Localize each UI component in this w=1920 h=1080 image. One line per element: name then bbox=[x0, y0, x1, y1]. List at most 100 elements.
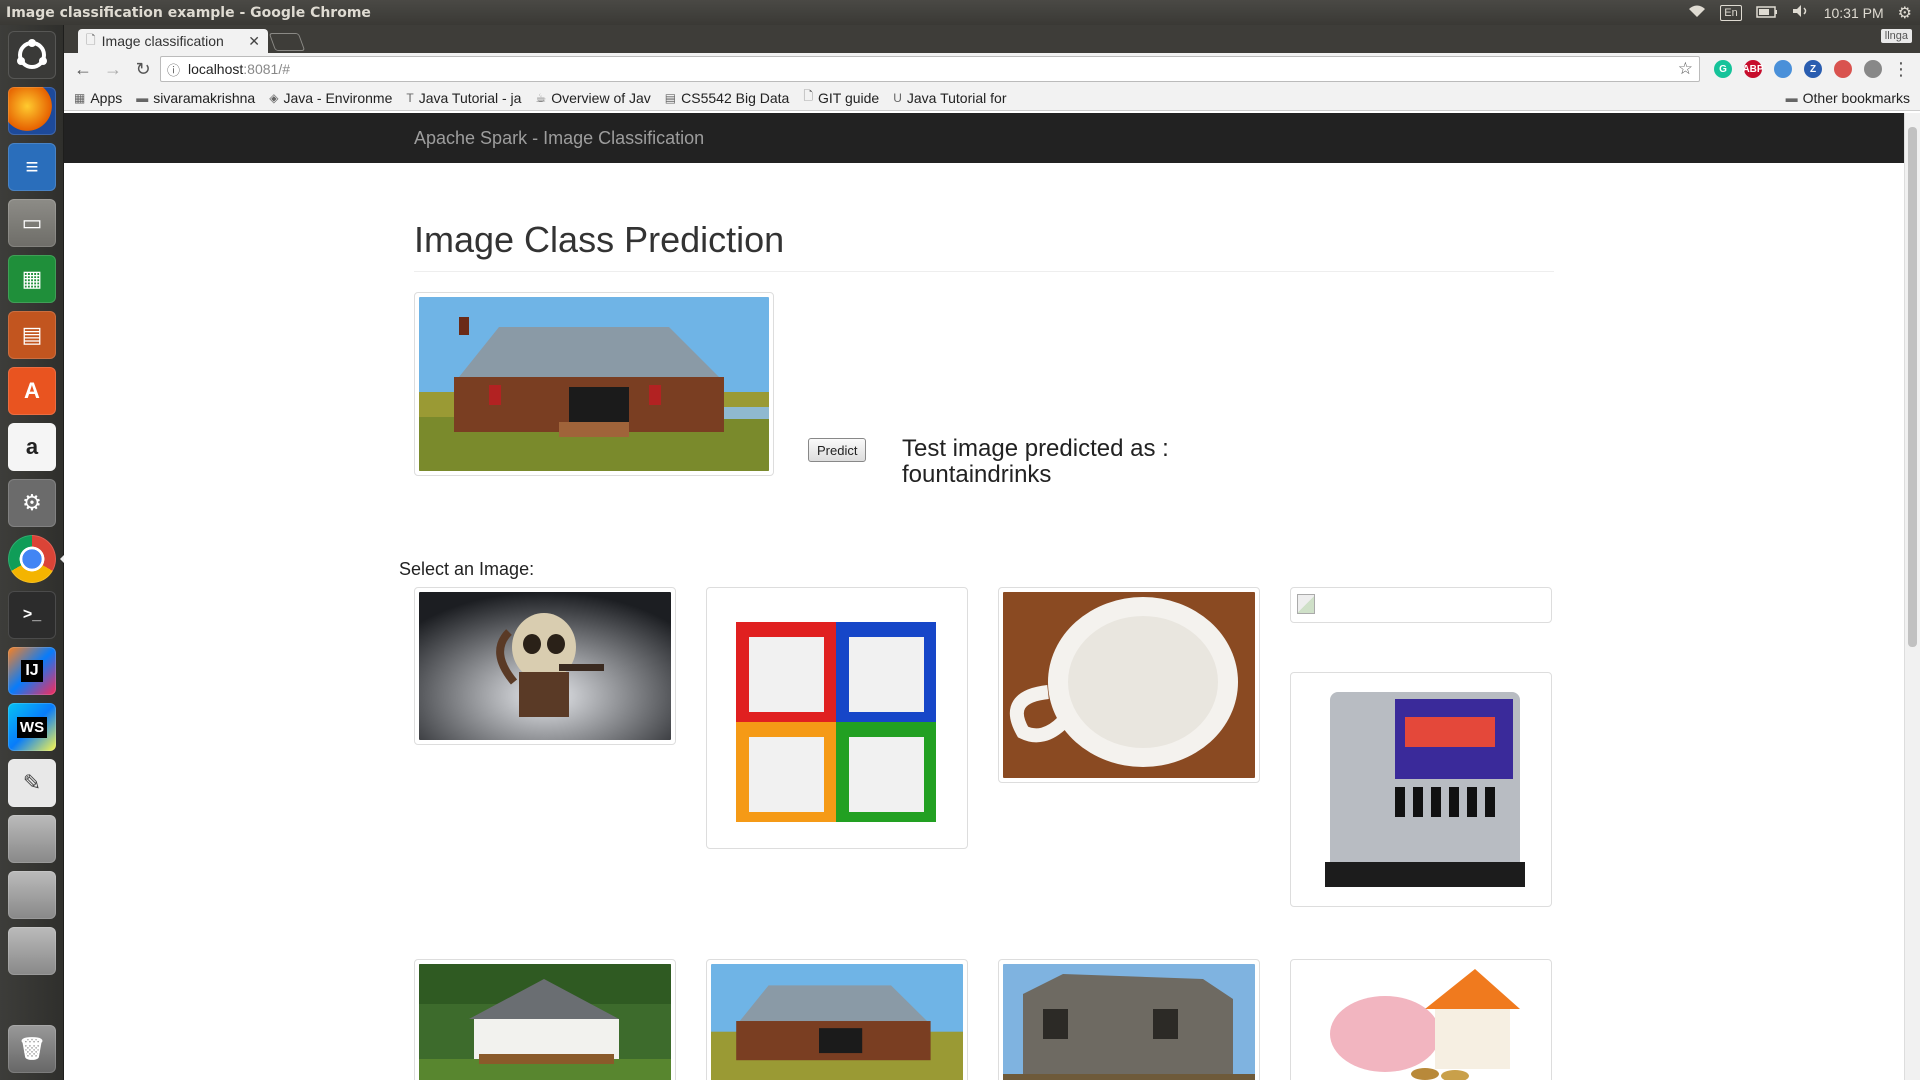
info-icon[interactable]: ⓘ bbox=[167, 60, 180, 79]
bookmark-item[interactable]: U Java Tutorial for bbox=[893, 90, 1006, 106]
diamond-icon: ◈ bbox=[269, 90, 279, 105]
bookmark-label: Apps bbox=[90, 89, 123, 106]
doc-icon: 🗋 bbox=[803, 89, 813, 103]
extensions-area: G ABP Z bbox=[1714, 60, 1882, 78]
grid-icon: ▦ bbox=[74, 90, 86, 105]
folder-icon: ▬ bbox=[1785, 90, 1798, 105]
scrollbar-thumb[interactable] bbox=[1908, 127, 1917, 647]
back-button[interactable]: ← bbox=[70, 56, 96, 82]
writer-icon[interactable]: ≡ bbox=[8, 143, 56, 191]
forward-button[interactable]: → bbox=[100, 56, 126, 82]
software-center-icon[interactable]: A bbox=[8, 367, 56, 415]
latte-cup-photo bbox=[1003, 592, 1255, 778]
drive-icon-2[interactable] bbox=[8, 871, 56, 919]
tab-close-icon[interactable]: ✕ bbox=[248, 33, 260, 50]
new-tab-button[interactable] bbox=[268, 33, 306, 51]
intellij-icon[interactable]: IJ bbox=[8, 647, 56, 695]
bookmark-item[interactable]: 🗋 GIT guide bbox=[803, 87, 879, 108]
calc-icon[interactable]: ▦ bbox=[8, 255, 56, 303]
shield-icon[interactable] bbox=[1834, 60, 1852, 78]
bookmark-item[interactable]: ▤ CS5542 Big Data bbox=[665, 90, 790, 106]
bookmark-label: CS5542 Big Data bbox=[681, 89, 790, 106]
prediction-value: fountaindrinks bbox=[902, 461, 1052, 488]
gallery-item-soda-fountain[interactable] bbox=[1290, 672, 1552, 907]
old-barn-photo bbox=[1003, 964, 1255, 1080]
gear-icon[interactable]: ⚙ bbox=[1898, 3, 1912, 23]
gallery-item-piggy-house[interactable] bbox=[1290, 959, 1552, 1080]
bookmark-label: sivaramakrishna bbox=[153, 89, 256, 106]
gallery-item-white-house[interactable] bbox=[414, 959, 676, 1080]
other-bookmarks[interactable]: ▬ Other bookmarks bbox=[1786, 90, 1910, 106]
gallery-item-log-cabin[interactable] bbox=[706, 959, 968, 1080]
firefox-icon[interactable] bbox=[8, 87, 56, 135]
navbar-brand[interactable]: Apache Spark - Image Classification bbox=[414, 128, 704, 149]
amazon-icon[interactable]: a bbox=[8, 423, 56, 471]
t-icon: T bbox=[406, 90, 414, 105]
os-top-panel: Image classification example - Google Ch… bbox=[0, 0, 1920, 25]
tab-active[interactable]: 🗋 Image classification ✕ bbox=[78, 29, 268, 53]
broken-image-icon bbox=[1297, 594, 1315, 614]
keyboard-layout-indicator[interactable]: En bbox=[1720, 4, 1742, 21]
cast-icon[interactable] bbox=[1864, 60, 1882, 78]
clock[interactable]: 10:31 PM bbox=[1824, 5, 1884, 21]
drive-icon[interactable] bbox=[8, 815, 56, 863]
panel-indicators: En 10:31 PM ⚙ bbox=[1688, 3, 1920, 23]
main-content: Image Class Prediction Predict Test imag… bbox=[399, 163, 1554, 1080]
text-editor-icon[interactable]: ✎ bbox=[8, 759, 56, 807]
bookmarks-bar: ▦ Apps ▬ sivaramakrishna ◈ Java - Environme T J… bbox=[64, 85, 1920, 111]
gallery-item-skull-mug[interactable] bbox=[414, 587, 676, 745]
battery-icon[interactable] bbox=[1755, 5, 1778, 21]
gallery-item-old-barn[interactable] bbox=[998, 959, 1260, 1080]
bookmark-item[interactable]: ▦ Apps bbox=[74, 90, 122, 106]
zotero-icon[interactable]: Z bbox=[1804, 60, 1822, 78]
predict-button[interactable]: Predict bbox=[808, 438, 867, 462]
ubuntu-dash-icon[interactable] bbox=[8, 31, 56, 79]
page-title: Image Class Prediction bbox=[414, 219, 1554, 272]
grammarly-icon[interactable]: G bbox=[1714, 60, 1732, 78]
wifi-icon[interactable] bbox=[1688, 4, 1706, 21]
white-house-photo bbox=[419, 964, 671, 1080]
extension-icon[interactable] bbox=[1774, 60, 1792, 78]
adblock-icon[interactable]: ABP bbox=[1742, 60, 1764, 78]
address-bar[interactable]: ⓘ localhost:8081/# ☆ bbox=[160, 56, 1700, 82]
bookmark-item[interactable]: ▬ sivaramakrishna bbox=[136, 90, 255, 106]
skull-mug-photo bbox=[419, 592, 671, 740]
gallery-item-latte-cup[interactable] bbox=[998, 587, 1260, 783]
files-icon[interactable]: ▭ bbox=[8, 199, 56, 247]
chrome-icon[interactable] bbox=[8, 535, 64, 583]
bookmark-item[interactable]: T Java Tutorial - ja bbox=[406, 90, 521, 106]
prediction-result: Test image predicted as : fountaindrinks bbox=[902, 436, 1169, 488]
drive-icon-3[interactable] bbox=[8, 927, 56, 975]
webstorm-icon[interactable]: WS bbox=[8, 703, 56, 751]
prediction-row: Predict Test image predicted as : founta… bbox=[414, 292, 1554, 492]
menu-icon[interactable]: ⋮ bbox=[1888, 56, 1914, 82]
browser-window: 🗋 Image classification ✕ llnga ← → ↻ ⓘ l… bbox=[64, 25, 1920, 1080]
log-cabin-photo bbox=[419, 297, 769, 471]
selected-image bbox=[414, 292, 774, 476]
unity-launcher: ≡ ▭ ▦ ▤ A a ⚙ >_ IJ WS ✎ 🗑 bbox=[0, 25, 64, 1080]
page-scrollbar[interactable] bbox=[1904, 113, 1920, 1080]
bookmark-label: Java Tutorial - ja bbox=[418, 89, 522, 106]
trash-icon[interactable]: 🗑 bbox=[8, 1025, 56, 1073]
impress-icon[interactable]: ▤ bbox=[8, 311, 56, 359]
soda-fountain-photo bbox=[1295, 677, 1547, 902]
gallery-item-cube-drawers[interactable] bbox=[706, 587, 968, 849]
gallery-item-broken-image[interactable] bbox=[1290, 587, 1552, 623]
volume-icon[interactable] bbox=[1792, 4, 1810, 21]
bookmark-item[interactable]: ◈ Java - Environme bbox=[269, 90, 392, 106]
url-path: :8081/# bbox=[243, 61, 290, 77]
bookmark-item[interactable]: ☕ Overview of Jav bbox=[535, 90, 650, 106]
browser-toolbar: ← → ↻ ⓘ localhost:8081/# ☆ G ABP Z ⋮ bbox=[64, 53, 1920, 85]
piggy-house-photo bbox=[1295, 964, 1547, 1080]
u-icon: U bbox=[893, 90, 902, 105]
terminal-icon[interactable]: >_ bbox=[8, 591, 56, 639]
bookmark-label: Java Tutorial for bbox=[906, 89, 1007, 106]
profile-button[interactable]: llnga bbox=[1880, 29, 1912, 43]
system-settings-icon[interactable]: ⚙ bbox=[8, 479, 56, 527]
reload-button[interactable]: ↻ bbox=[130, 56, 156, 82]
sheet-icon: ▤ bbox=[664, 90, 677, 105]
bookmark-star-icon[interactable]: ☆ bbox=[1678, 59, 1693, 79]
url-host: localhost bbox=[188, 61, 244, 77]
tab-strip: 🗋 Image classification ✕ llnga bbox=[64, 25, 1920, 53]
prediction-prefix: Test image predicted as : bbox=[902, 435, 1169, 462]
